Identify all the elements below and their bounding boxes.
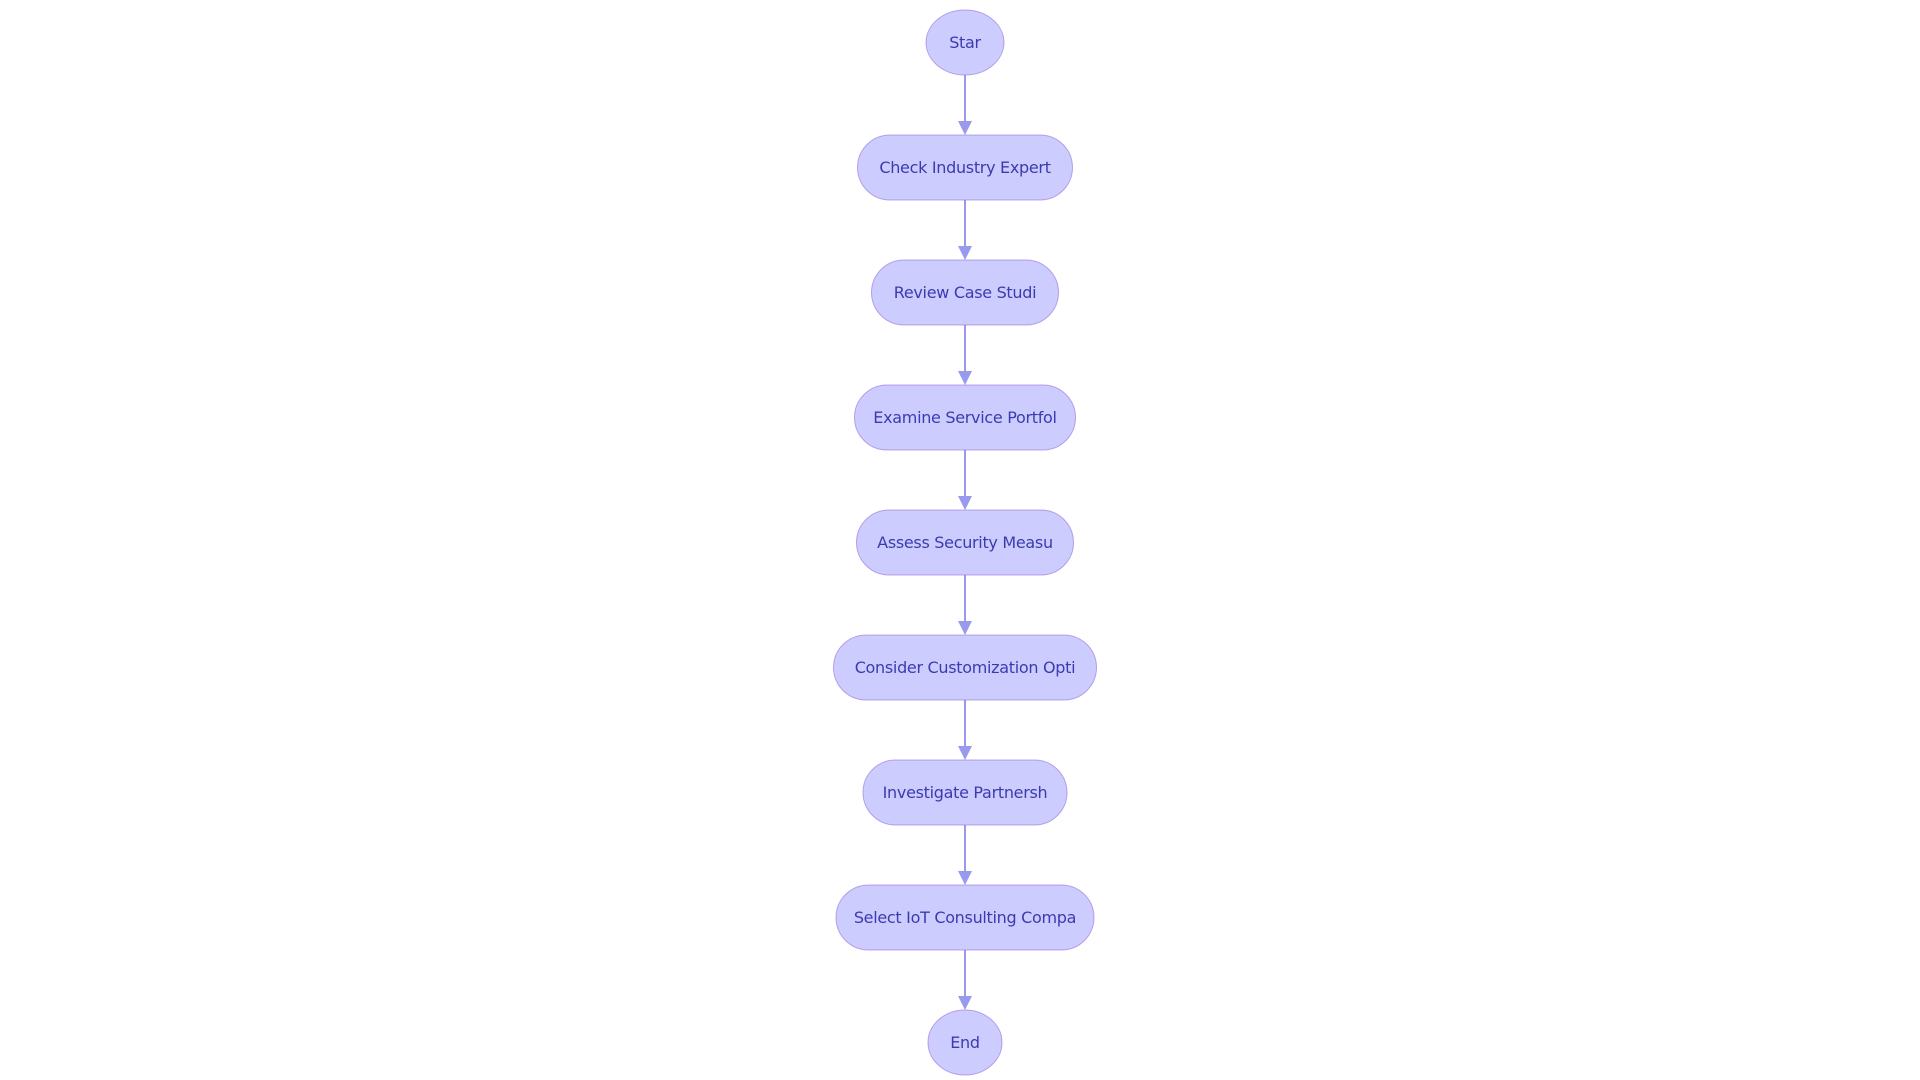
- node-label: Assess Security Measu: [877, 533, 1053, 552]
- node-end: End: [927, 1009, 1003, 1076]
- arrowhead-icon: [958, 496, 972, 510]
- edge-review-to-examine: [958, 325, 972, 385]
- edge-investigate-to-select: [958, 825, 972, 885]
- node-examine: Examine Service Portfol: [854, 384, 1076, 451]
- arrowhead-icon: [958, 746, 972, 760]
- node-label: End: [950, 1033, 980, 1052]
- arrowhead-icon: [958, 996, 972, 1010]
- node-label: Consider Customization Opti: [855, 658, 1076, 677]
- nodes: Star Check Industry Expert Review Case Stu…: [833, 9, 1097, 1076]
- edge-consider-to-investigate: [958, 700, 972, 760]
- node-select: Select IoT Consulting Compa: [835, 884, 1095, 951]
- node-label: Select IoT Consulting Compa: [854, 908, 1076, 927]
- arrowhead-icon: [958, 371, 972, 385]
- flowchart: Star Check Industry Expert Review Case Stu…: [833, 9, 1097, 1076]
- node-consider: Consider Customization Opti: [833, 634, 1097, 701]
- node-start: Star: [925, 9, 1005, 76]
- edge-check-to-review: [958, 200, 972, 260]
- arrowhead-icon: [958, 871, 972, 885]
- arrowhead-icon: [958, 621, 972, 635]
- arrowhead-icon: [958, 121, 972, 135]
- edge-assess-to-consider: [958, 575, 972, 635]
- node-label: Investigate Partnersh: [883, 783, 1048, 802]
- edge-select-to-end: [958, 950, 972, 1010]
- node-label: Review Case Studi: [894, 283, 1037, 302]
- node-assess: Assess Security Measu: [856, 509, 1074, 576]
- node-label: Star: [949, 33, 981, 52]
- node-check: Check Industry Expert: [857, 134, 1073, 201]
- node-review: Review Case Studi: [871, 259, 1059, 326]
- node-label: Check Industry Expert: [879, 158, 1050, 177]
- arrowhead-icon: [958, 246, 972, 260]
- node-investigate: Investigate Partnersh: [862, 759, 1068, 826]
- edge-start-to-check: [958, 75, 972, 135]
- node-label: Examine Service Portfol: [873, 408, 1056, 427]
- edge-examine-to-assess: [958, 450, 972, 510]
